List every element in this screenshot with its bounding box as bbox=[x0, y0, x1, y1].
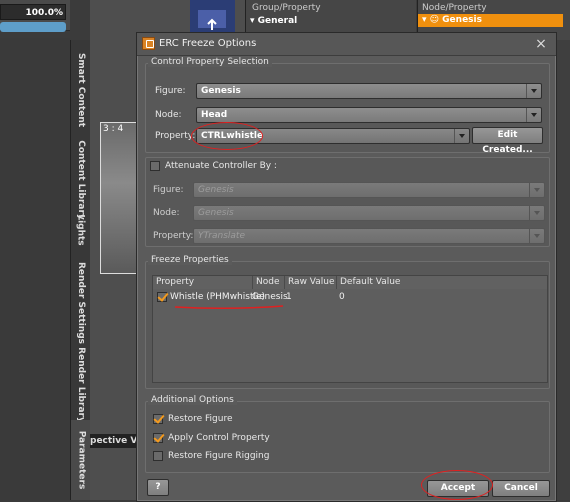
tab-parameters[interactable]: Parameters bbox=[71, 420, 91, 500]
chevron-down-icon bbox=[526, 84, 541, 98]
figure-dropdown[interactable]: Genesis bbox=[196, 83, 542, 99]
tab-render-library[interactable]: Render Library bbox=[71, 340, 91, 430]
node-genesis-row[interactable]: ▾ ☺ Genesis bbox=[418, 14, 563, 27]
row-property[interactable]: Whistle (PHMwhistle) bbox=[170, 291, 265, 303]
node-label: Node: bbox=[155, 110, 182, 120]
chevron-down-icon: ▾ bbox=[250, 16, 258, 26]
row-raw-value[interactable]: 1 bbox=[286, 291, 292, 303]
erc-app-icon bbox=[142, 37, 155, 50]
row-node: Genesis bbox=[252, 292, 288, 302]
apply-control-property-checkbox[interactable] bbox=[153, 433, 163, 443]
red-annotation-circle bbox=[421, 470, 493, 500]
column-header-node[interactable]: Node bbox=[253, 276, 285, 289]
column-header-raw-value[interactable]: Raw Value bbox=[285, 276, 337, 289]
chevron-down-icon bbox=[529, 229, 544, 243]
chevron-down-icon bbox=[529, 183, 544, 197]
chevron-down-icon bbox=[529, 206, 544, 220]
restore-figure-rigging-checkbox[interactable] bbox=[153, 451, 163, 461]
tab-smart-content[interactable]: Smart Content bbox=[71, 50, 91, 130]
apply-control-property-label: Apply Control Property bbox=[168, 433, 270, 443]
group-property-header[interactable]: Group/Property bbox=[252, 3, 321, 13]
dialog-titlebar[interactable]: ERC Freeze Options × bbox=[137, 33, 556, 56]
tab-lights[interactable]: Lights bbox=[71, 210, 91, 250]
attenuate-node-dropdown[interactable]: Genesis bbox=[193, 205, 545, 221]
right-edge-strip bbox=[555, 40, 570, 500]
row-checkbox[interactable] bbox=[157, 292, 167, 302]
freeze-properties-table[interactable]: Property Node Raw Value Default Value Wh… bbox=[152, 275, 548, 383]
edit-created-button[interactable]: Edit Created... bbox=[472, 127, 543, 155]
attenuate-figure-label: Figure: bbox=[153, 185, 184, 195]
control-property-selection-title: Control Property Selection bbox=[148, 57, 272, 67]
red-underline-annotation bbox=[174, 305, 284, 310]
additional-options-title: Additional Options bbox=[148, 395, 237, 405]
property-label: Property: bbox=[155, 131, 196, 141]
attenuate-label: Attenuate Controller By : bbox=[165, 161, 277, 171]
attenuate-figure-dropdown[interactable]: Genesis bbox=[193, 182, 545, 198]
close-icon[interactable]: × bbox=[532, 36, 550, 52]
figure-icon: ☺ bbox=[429, 15, 443, 25]
help-button[interactable]: ? bbox=[147, 479, 169, 496]
zoom-readout[interactable]: 100.0% bbox=[0, 4, 66, 20]
column-header-property[interactable]: Property bbox=[153, 276, 253, 289]
tab-render-settings[interactable]: Render Settings bbox=[71, 255, 91, 350]
attenuate-property-label: Property: bbox=[153, 231, 194, 241]
attenuate-node-label: Node: bbox=[153, 208, 180, 218]
restore-figure-checkbox[interactable] bbox=[153, 414, 163, 424]
attenuate-checkbox[interactable] bbox=[150, 161, 160, 171]
cancel-button[interactable]: Cancel bbox=[492, 480, 550, 497]
column-header-default-value[interactable]: Default Value bbox=[337, 276, 547, 289]
aspect-ratio-label: 3 : 4 bbox=[103, 124, 124, 134]
figure-label: Figure: bbox=[155, 86, 186, 96]
left-pane bbox=[0, 38, 70, 500]
chevron-down-icon bbox=[526, 108, 541, 122]
restore-figure-label: Restore Figure bbox=[168, 414, 233, 424]
viewport-camera-label[interactable]: pective Vi bbox=[90, 434, 140, 448]
attenuate-property-dropdown[interactable]: YTranslate bbox=[193, 228, 545, 244]
restore-figure-rigging-label: Restore Figure Rigging bbox=[168, 451, 270, 461]
side-tab-strip: Smart Content Content Library Lights Ren… bbox=[70, 40, 91, 500]
zoom-slider[interactable] bbox=[0, 22, 66, 32]
red-annotation-circle bbox=[191, 122, 263, 150]
node-property-header[interactable]: Node/Property bbox=[422, 3, 487, 13]
row-default-value: 0 bbox=[339, 292, 345, 302]
erc-freeze-options-dialog: ERC Freeze Options × Control Property Se… bbox=[136, 32, 557, 502]
viewport-figure-preview bbox=[100, 122, 140, 274]
dialog-title: ERC Freeze Options bbox=[159, 38, 257, 49]
chevron-down-icon: ▾ bbox=[422, 15, 430, 25]
node-dropdown[interactable]: Head bbox=[196, 107, 542, 123]
freeze-properties-title: Freeze Properties bbox=[148, 255, 232, 265]
chevron-down-icon bbox=[454, 129, 469, 143]
group-general-row[interactable]: ▾ General bbox=[250, 16, 297, 26]
